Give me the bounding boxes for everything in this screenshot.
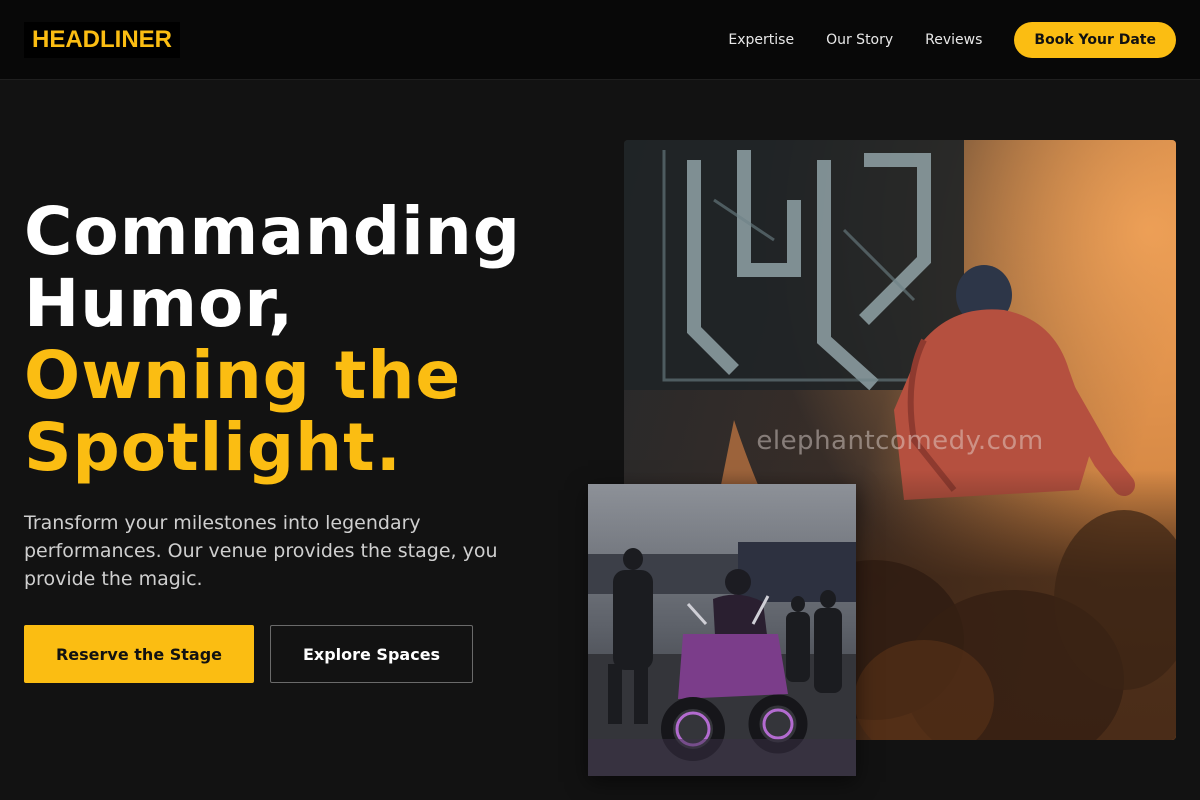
explore-spaces-button[interactable]: Explore Spaces xyxy=(270,625,473,683)
nav-link-reviews[interactable]: Reviews xyxy=(925,32,982,48)
nav-link-our-story[interactable]: Our Story xyxy=(826,32,893,48)
logo[interactable]: HEADLINER xyxy=(24,22,181,58)
hero-subtitle: Transform your milestones into legendary… xyxy=(24,512,498,590)
nav-link-expertise[interactable]: Expertise xyxy=(728,32,794,48)
hero-title-line-1: Commanding xyxy=(24,193,521,270)
book-your-date-button[interactable]: Book Your Date xyxy=(1014,22,1176,58)
photo-watermark: elephantcomedy.com xyxy=(756,426,1044,456)
motorcycle-photo xyxy=(588,484,856,776)
reserve-the-stage-button[interactable]: Reserve the Stage xyxy=(24,625,254,683)
motorcycle-photo-graphic xyxy=(588,484,856,776)
hero-title: Commanding Humor, Owning the Spotlight. xyxy=(24,196,584,484)
hero-title-line-2: Humor, xyxy=(24,265,295,342)
hero-title-line-4: Spotlight. xyxy=(24,409,402,486)
hero-title-line-3: Owning the xyxy=(24,337,462,414)
site-header: HEADLINER Expertise Our Story Reviews Bo… xyxy=(0,0,1200,80)
main-nav: Expertise Our Story Reviews Book Your Da… xyxy=(728,22,1176,58)
